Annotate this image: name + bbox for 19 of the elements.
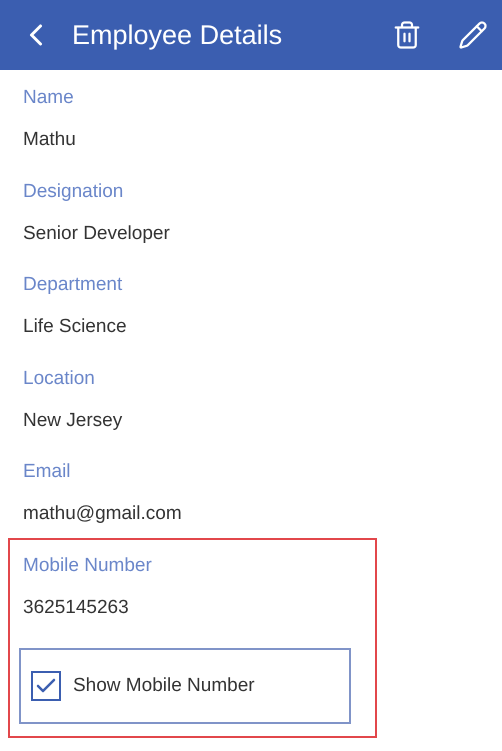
delete-button[interactable] (392, 20, 422, 50)
page-title: Employee Details (72, 20, 284, 50)
field-label: Location (23, 366, 96, 390)
field-value: Mathu (23, 128, 77, 152)
field-label: Name (23, 86, 75, 110)
field-label: Designation (23, 180, 124, 204)
trash-icon (392, 20, 422, 50)
field-label: Email (23, 460, 72, 484)
field-label: Department (23, 273, 124, 297)
field-value: 3625145263 (23, 596, 130, 620)
field-value: mathu@gmail.com (23, 502, 183, 526)
field-value: Senior Developer (23, 222, 171, 246)
checkbox-label: Show Mobile Number (73, 674, 255, 696)
field-value: New Jersey (23, 408, 124, 432)
edit-button[interactable] (458, 20, 488, 50)
pencil-icon (458, 20, 488, 50)
checkbox[interactable] (31, 670, 61, 700)
field-label: Mobile Number (23, 554, 153, 578)
field-value: Life Science (23, 315, 128, 339)
